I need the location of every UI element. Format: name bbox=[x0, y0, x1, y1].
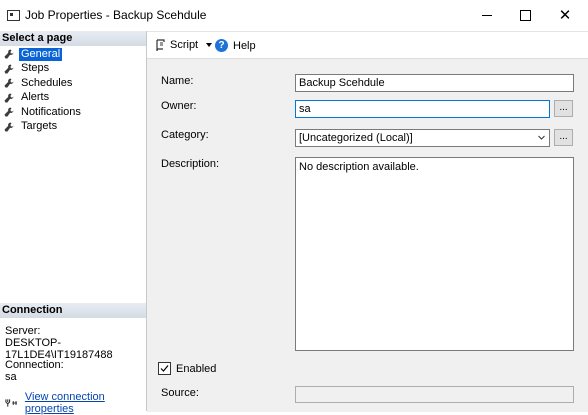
page-list: General Steps Schedules Alerts Notificat… bbox=[4, 46, 83, 135]
page-item-targets[interactable]: Targets bbox=[4, 120, 83, 135]
page-item-alerts[interactable]: Alerts bbox=[4, 91, 83, 106]
wrench-icon bbox=[4, 78, 14, 88]
page-item-label: Steps bbox=[21, 62, 50, 75]
page-item-label: Targets bbox=[21, 120, 58, 133]
maximize-icon bbox=[519, 10, 531, 21]
page-item-label: Alerts bbox=[21, 91, 50, 104]
script-button[interactable]: Script bbox=[155, 39, 213, 51]
connection-label: Connection: bbox=[5, 359, 64, 371]
help-button[interactable]: ? Help bbox=[215, 39, 256, 52]
wrench-icon bbox=[4, 64, 14, 74]
left-pane: Select a page General Steps Schedules Al… bbox=[0, 31, 147, 415]
source-label: Source: bbox=[161, 387, 199, 399]
category-label: Category: bbox=[161, 129, 209, 141]
script-label: Script bbox=[170, 39, 199, 51]
page-item-steps[interactable]: Steps bbox=[4, 62, 83, 77]
select-page-header: Select a page bbox=[0, 31, 146, 46]
name-field[interactable]: Backup Scehdule bbox=[295, 74, 574, 92]
page-item-label: Notifications bbox=[21, 105, 81, 118]
enabled-label: Enabled bbox=[176, 362, 217, 375]
help-icon: ? bbox=[215, 39, 228, 52]
wrench-icon bbox=[4, 93, 14, 103]
category-value: [Uncategorized (Local)] bbox=[299, 132, 413, 144]
title-bar: Job Properties - Backup Scehdule ✕ bbox=[0, 0, 588, 32]
wrench-icon bbox=[4, 107, 14, 117]
checkmark-icon bbox=[160, 365, 169, 372]
page-item-label: General bbox=[17, 46, 64, 62]
connection-header: Connection bbox=[0, 303, 146, 318]
general-page-form: Name: Backup Scehdule Owner: sa ... Cate… bbox=[147, 58, 588, 412]
chevron-down-icon bbox=[538, 135, 545, 140]
window-icon bbox=[7, 10, 20, 21]
connection-value: sa bbox=[5, 371, 17, 383]
owner-browse-button[interactable]: ... bbox=[554, 100, 573, 117]
page-item-label: Schedules bbox=[21, 76, 73, 89]
wrench-icon bbox=[4, 49, 14, 59]
minimize-icon bbox=[482, 15, 492, 16]
view-connection-properties-link[interactable]: View connection properties bbox=[25, 391, 146, 415]
view-connection-properties-row: View connection properties bbox=[5, 391, 146, 415]
name-label: Name: bbox=[161, 75, 194, 87]
enabled-checkbox-row[interactable]: Enabled bbox=[158, 362, 216, 375]
page-item-notifications[interactable]: Notifications bbox=[4, 105, 83, 120]
close-button[interactable]: ✕ bbox=[542, 0, 588, 31]
page-item-general[interactable]: General bbox=[4, 46, 83, 62]
page-item-schedules[interactable]: Schedules bbox=[4, 76, 83, 91]
close-icon: ✕ bbox=[558, 7, 572, 24]
wrench-icon bbox=[4, 122, 14, 132]
owner-field[interactable]: sa bbox=[295, 100, 550, 118]
script-icon bbox=[156, 39, 165, 51]
connection-icon bbox=[5, 399, 17, 407]
chevron-down-icon bbox=[206, 43, 213, 47]
server-label: Server: bbox=[5, 325, 41, 337]
description-label: Description: bbox=[161, 158, 220, 170]
server-value: DESKTOP-17L1DE4\IT19187488 bbox=[5, 337, 113, 361]
toolbar: Script ? Help bbox=[147, 31, 588, 58]
category-browse-button[interactable]: ... bbox=[554, 129, 573, 146]
window-title: Job Properties - Backup Scehdule bbox=[25, 8, 207, 22]
help-label: Help bbox=[233, 39, 256, 52]
description-textarea[interactable]: No description available. bbox=[295, 157, 574, 351]
source-field bbox=[295, 386, 574, 403]
category-select[interactable]: [Uncategorized (Local)] bbox=[295, 129, 550, 147]
owner-label: Owner: bbox=[161, 100, 197, 112]
enabled-checkbox[interactable] bbox=[158, 362, 171, 375]
